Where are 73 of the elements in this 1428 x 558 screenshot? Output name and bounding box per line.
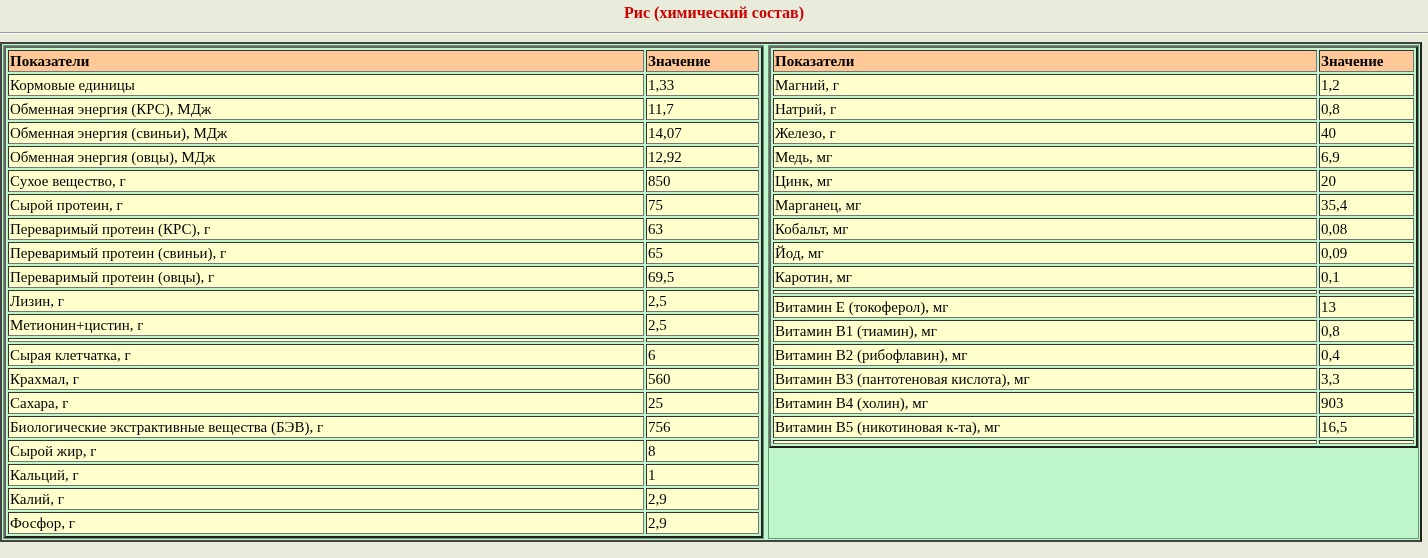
- column-header: Значение: [646, 50, 759, 72]
- table-cell: Сырой протеин, г: [8, 194, 644, 216]
- table-cell: 756: [646, 416, 759, 438]
- table-cell: Витамин B3 (пантотеновая кислота), мг: [773, 368, 1317, 390]
- table-cell: Обменная энергия (свиньи), МДж: [8, 122, 644, 144]
- table-cell: Биологические экстрактивные вещества (БЭВ), г: [8, 416, 644, 438]
- table-cell: 6,9: [1319, 146, 1414, 168]
- table-cell: 6: [646, 344, 759, 366]
- table-cell: Витамин B5 (никотиновая к-та), мг: [773, 416, 1317, 438]
- table-cell: Йод, мг: [773, 242, 1317, 264]
- table-cell: Лизин, г: [8, 290, 644, 312]
- table-cell: Сухое вещество, г: [8, 170, 644, 192]
- table-cell: Витамин B1 (тиамин), мг: [773, 320, 1317, 342]
- table-cell: Обменная энергия (овцы), МДж: [8, 146, 644, 168]
- table-cell: Марганец, мг: [773, 194, 1317, 216]
- table-cell: Кормовые единицы: [8, 74, 644, 96]
- table-cell: 0,08: [1319, 218, 1414, 240]
- table-cell: 20: [1319, 170, 1414, 192]
- page-title: Рис (химический состав): [622, 3, 806, 24]
- table-cell: 1,33: [646, 74, 759, 96]
- table-cell: 560: [646, 368, 759, 390]
- column-header: Значение: [1319, 50, 1414, 72]
- column-header: Показатели: [773, 50, 1317, 72]
- table-cell: 0,1: [1319, 266, 1414, 288]
- table-cell: Кобальт, мг: [773, 218, 1317, 240]
- table-cell: Метионин+цистин, г: [8, 314, 644, 336]
- table-cell: Калий, г: [8, 488, 644, 510]
- table-cell: Крахмал, г: [8, 368, 644, 390]
- table-cell: Переваримый протеин (КРС), г: [8, 218, 644, 240]
- table-cell: 850: [646, 170, 759, 192]
- table-cell: 69,5: [646, 266, 759, 288]
- table-cell: Сырая клетчатка, г: [8, 344, 644, 366]
- table-cell: 1: [646, 464, 759, 486]
- table-cell: Кальций, г: [8, 464, 644, 486]
- table-cell: 2,5: [646, 314, 759, 336]
- table-cell: Сырой жир, г: [8, 440, 644, 462]
- table-cell: 25: [646, 392, 759, 414]
- table-cell: Обменная энергия (КРС), МДж: [8, 98, 644, 120]
- table-cell: Сахара, г: [8, 392, 644, 414]
- table-cell: Фосфор, г: [8, 512, 644, 534]
- table-cell: Железо, г: [773, 122, 1317, 144]
- table-cell: 0,8: [1319, 320, 1414, 342]
- table-cell: 2,5: [646, 290, 759, 312]
- table-cell: 3,3: [1319, 368, 1414, 390]
- table-cell: 65: [646, 242, 759, 264]
- table-cell: Переваримый протеин (овцы), г: [8, 266, 644, 288]
- table-cell: 0,09: [1319, 242, 1414, 264]
- table-cell: 75: [646, 194, 759, 216]
- table-cell: 63: [646, 218, 759, 240]
- table-cell: 40: [1319, 122, 1414, 144]
- table-cell: 16,5: [1319, 416, 1414, 438]
- table-cell: Медь, мг: [773, 146, 1317, 168]
- table-cell: 0,4: [1319, 344, 1414, 366]
- table-cell: 2,9: [646, 512, 759, 534]
- table-cell: 903: [1319, 392, 1414, 414]
- table-cell: Переваримый протеин (свиньи), г: [8, 242, 644, 264]
- table-cell: Магний, г: [773, 74, 1317, 96]
- table-cell: Каротин, мг: [773, 266, 1317, 288]
- table-cell: Натрий, г: [773, 98, 1317, 120]
- table-cell: 0,8: [1319, 98, 1414, 120]
- table-cell: Витамин B2 (рибофлавин), мг: [773, 344, 1317, 366]
- table-cell: Витамин E (токоферол), мг: [773, 296, 1317, 318]
- table-cell: 12,92: [646, 146, 759, 168]
- table-cell: 13: [1319, 296, 1414, 318]
- table-cell: 11,7: [646, 98, 759, 120]
- table-cell: 1,2: [1319, 74, 1414, 96]
- table-cell: 2,9: [646, 488, 759, 510]
- table-cell: 35,4: [1319, 194, 1414, 216]
- column-header: Показатели: [8, 50, 644, 72]
- table-cell: Цинк, мг: [773, 170, 1317, 192]
- table-cell: Витамин B4 (холин), мг: [773, 392, 1317, 414]
- table-cell: 8: [646, 440, 759, 462]
- table-cell: 14,07: [646, 122, 759, 144]
